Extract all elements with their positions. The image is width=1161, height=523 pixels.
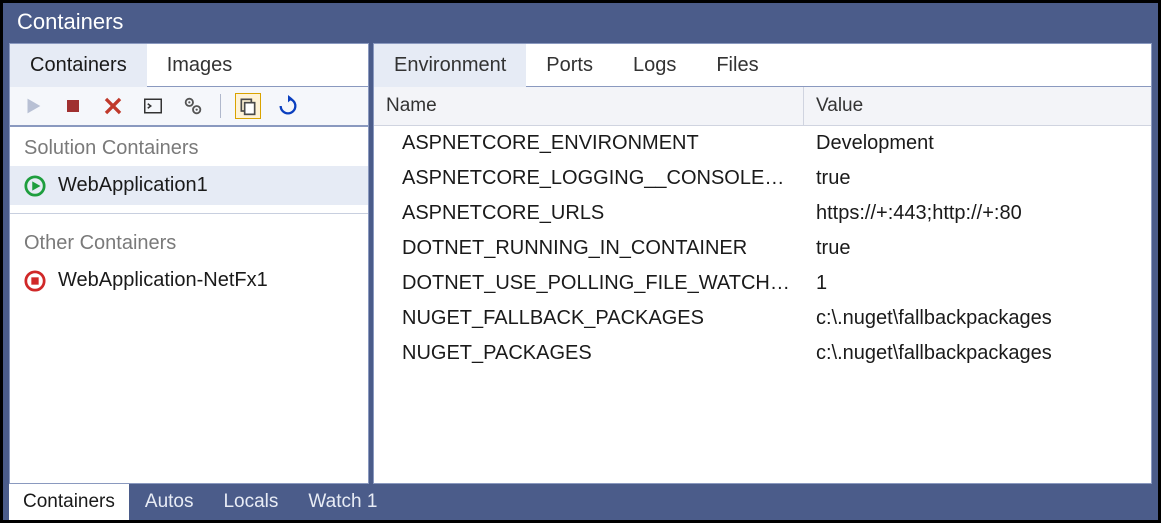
env-name-cell: NUGET_PACKAGES bbox=[374, 342, 804, 365]
toolbar-separator bbox=[220, 94, 221, 118]
solution-containers-header: Solution Containers bbox=[10, 127, 368, 166]
window-title: Containers bbox=[3, 3, 1158, 43]
containers-toolbar bbox=[10, 87, 368, 127]
env-value-cell: true bbox=[804, 167, 1151, 190]
stopped-icon bbox=[24, 270, 46, 292]
remove-button[interactable] bbox=[100, 93, 126, 119]
environment-row[interactable]: ASPNETCORE_LOGGING__CONSOLE__DISABLECOLO… bbox=[374, 161, 1151, 196]
tab-logs[interactable]: Logs bbox=[613, 44, 696, 86]
terminal-button[interactable] bbox=[140, 93, 166, 119]
bottom-tab-autos[interactable]: Autos bbox=[131, 484, 208, 520]
terminal-icon bbox=[142, 97, 164, 115]
refresh-icon bbox=[277, 95, 299, 117]
container-details-panel: Environment Ports Logs Files Name Value … bbox=[373, 43, 1152, 484]
environment-grid-header: Name Value bbox=[374, 87, 1151, 126]
content-row: Containers Images bbox=[3, 43, 1158, 484]
copy-button[interactable] bbox=[235, 93, 261, 119]
other-containers-header: Other Containers bbox=[10, 222, 368, 261]
tab-images[interactable]: Images bbox=[147, 44, 253, 86]
gears-icon bbox=[182, 95, 204, 117]
env-value-cell: true bbox=[804, 237, 1151, 260]
bottom-tab-well: Containers Autos Locals Watch 1 bbox=[3, 484, 1158, 520]
environment-row[interactable]: ASPNETCORE_ENVIRONMENTDevelopment bbox=[374, 126, 1151, 161]
environment-row[interactable]: ASPNETCORE_URLShttps://+:443;http://+:80 bbox=[374, 196, 1151, 231]
container-item-label: WebApplication1 bbox=[58, 174, 208, 197]
env-name-cell: DOTNET_USE_POLLING_FILE_WATCHER bbox=[374, 272, 804, 295]
env-value-cell: c:\.nuget\fallbackpackages bbox=[804, 307, 1151, 330]
env-value-cell: https://+:443;http://+:80 bbox=[804, 202, 1151, 225]
stop-icon bbox=[64, 97, 82, 115]
env-name-cell: ASPNETCORE_ENVIRONMENT bbox=[374, 132, 804, 155]
bottom-tab-watch1[interactable]: Watch 1 bbox=[294, 484, 391, 520]
refresh-button[interactable] bbox=[275, 93, 301, 119]
detail-tabstrip: Environment Ports Logs Files bbox=[374, 44, 1151, 87]
start-button[interactable] bbox=[20, 93, 46, 119]
environment-grid-body: ASPNETCORE_ENVIRONMENTDevelopmentASPNETC… bbox=[374, 126, 1151, 483]
env-value-cell: c:\.nuget\fallbackpackages bbox=[804, 342, 1151, 365]
play-icon bbox=[22, 95, 44, 117]
left-tabstrip: Containers Images bbox=[10, 44, 368, 87]
env-name-cell: ASPNETCORE_LOGGING__CONSOLE__DISABLECOLO… bbox=[374, 167, 804, 190]
container-item-webapplication-netfx1[interactable]: WebApplication-NetFx1 bbox=[10, 261, 368, 300]
environment-row[interactable]: DOTNET_USE_POLLING_FILE_WATCHER1 bbox=[374, 266, 1151, 301]
env-name-cell: DOTNET_RUNNING_IN_CONTAINER bbox=[374, 237, 804, 260]
remove-icon bbox=[103, 96, 123, 116]
stop-button[interactable] bbox=[60, 93, 86, 119]
tab-containers[interactable]: Containers bbox=[10, 44, 147, 87]
column-header-value[interactable]: Value bbox=[804, 87, 1151, 125]
running-icon bbox=[24, 175, 46, 197]
environment-row[interactable]: NUGET_FALLBACK_PACKAGESc:\.nuget\fallbac… bbox=[374, 301, 1151, 336]
env-name-cell: NUGET_FALLBACK_PACKAGES bbox=[374, 307, 804, 330]
containers-tool-window: Containers Containers Images bbox=[0, 0, 1161, 523]
compose-button[interactable] bbox=[180, 93, 206, 119]
containers-list-panel: Containers Images bbox=[9, 43, 369, 484]
container-item-webapplication1[interactable]: WebApplication1 bbox=[10, 166, 368, 205]
environment-row[interactable]: NUGET_PACKAGESc:\.nuget\fallbackpackages bbox=[374, 336, 1151, 371]
environment-row[interactable]: DOTNET_RUNNING_IN_CONTAINERtrue bbox=[374, 231, 1151, 266]
tab-ports[interactable]: Ports bbox=[526, 44, 613, 86]
env-value-cell: Development bbox=[804, 132, 1151, 155]
column-header-name[interactable]: Name bbox=[374, 87, 804, 125]
tab-files[interactable]: Files bbox=[696, 44, 778, 86]
bottom-tab-locals[interactable]: Locals bbox=[209, 484, 292, 520]
section-divider bbox=[10, 213, 368, 214]
copy-icon bbox=[238, 96, 258, 116]
env-name-cell: ASPNETCORE_URLS bbox=[374, 202, 804, 225]
container-item-label: WebApplication-NetFx1 bbox=[58, 269, 268, 292]
tab-environment[interactable]: Environment bbox=[374, 44, 526, 87]
env-value-cell: 1 bbox=[804, 272, 1151, 295]
bottom-tab-containers[interactable]: Containers bbox=[9, 484, 129, 520]
